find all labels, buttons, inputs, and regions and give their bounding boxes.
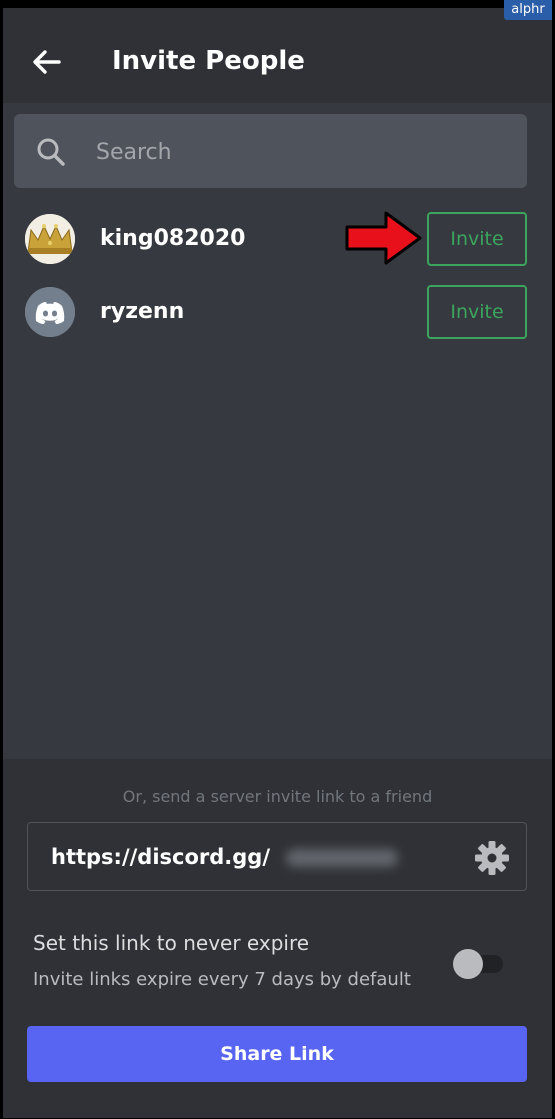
search-bar[interactable] bbox=[14, 114, 527, 188]
never-expire-subtitle: Invite links expire every 7 days by defa… bbox=[33, 969, 411, 990]
crown-avatar-icon bbox=[25, 214, 75, 264]
toggle-knob bbox=[453, 949, 483, 979]
search-input[interactable] bbox=[94, 126, 518, 178]
back-button[interactable] bbox=[29, 44, 65, 80]
invite-button[interactable]: Invite bbox=[427, 212, 527, 266]
share-link-button[interactable]: Share Link bbox=[27, 1026, 527, 1082]
watermark-logo: alphr bbox=[504, 0, 552, 20]
friend-row: king082020 Invite bbox=[3, 210, 552, 266]
header: Invite People bbox=[3, 8, 552, 103]
page-title: Invite People bbox=[112, 46, 305, 76]
invite-people-screen: Invite People king082020 Invite bbox=[3, 8, 552, 1118]
invite-link-text: https://discord.gg/ bbox=[51, 845, 271, 869]
never-expire-toggle[interactable] bbox=[453, 949, 507, 979]
gear-icon[interactable] bbox=[473, 839, 511, 877]
avatar bbox=[25, 287, 75, 337]
invite-link-hint: Or, send a server invite link to a frien… bbox=[122, 787, 433, 806]
blurred-invite-code bbox=[286, 849, 398, 867]
invite-link-panel: Or, send a server invite link to a frien… bbox=[3, 759, 552, 1118]
friend-row: ryzenn Invite bbox=[3, 283, 552, 339]
invite-button[interactable]: Invite bbox=[427, 285, 527, 339]
avatar bbox=[25, 214, 75, 264]
red-arrow-icon bbox=[345, 211, 422, 265]
arrow-left-icon bbox=[33, 50, 61, 74]
never-expire-title: Set this link to never expire bbox=[33, 931, 310, 955]
discord-default-avatar-icon bbox=[25, 287, 75, 337]
search-icon bbox=[37, 138, 65, 166]
friend-username: ryzenn bbox=[100, 299, 185, 324]
invite-link-field[interactable]: https://discord.gg/ bbox=[27, 822, 527, 891]
friend-username: king082020 bbox=[100, 226, 246, 251]
